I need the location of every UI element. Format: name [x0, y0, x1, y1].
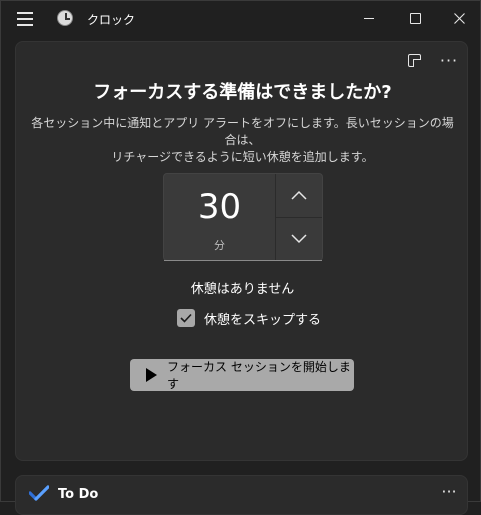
picker-underline	[164, 260, 322, 261]
breaks-status: 休憩はありません	[190, 282, 295, 297]
compact-overlay-button[interactable]	[400, 46, 428, 74]
description-line-2: リチャージできるように短い休憩を追加します。	[111, 150, 374, 164]
todo-title: To Do	[58, 487, 99, 502]
start-focus-session-button[interactable]: フォーカス セッションを開始します	[130, 359, 354, 391]
play-icon	[146, 368, 157, 382]
todo-card: To Do ···	[15, 475, 468, 515]
todo-check-icon	[29, 485, 49, 501]
decrease-duration-button[interactable]	[276, 218, 322, 260]
focus-heading: フォーカスする準備はできましたか?	[93, 82, 392, 103]
more-options-button[interactable]: ···	[435, 46, 463, 74]
minimize-icon	[364, 17, 374, 19]
start-button-label: フォーカス セッションを開始します	[167, 360, 351, 391]
compact-overlay-icon	[407, 53, 421, 67]
focus-description: 各セッション中に通知とアプリ アラートをオフにします。長いセッションの場合は、 …	[26, 115, 459, 166]
chevron-up-icon	[291, 190, 307, 200]
checkbox-box[interactable]	[177, 309, 195, 327]
duration-unit: 分	[214, 239, 225, 252]
close-icon	[453, 12, 465, 24]
increase-duration-button[interactable]	[276, 174, 322, 216]
more-icon: ···	[441, 481, 457, 501]
duration-picker: 30 分	[163, 173, 323, 261]
app-title: クロック	[87, 13, 136, 27]
minimize-button[interactable]	[346, 1, 392, 35]
hamburger-menu-icon[interactable]	[15, 12, 35, 26]
chevron-down-icon	[291, 234, 307, 244]
clock-app-window: クロック ··· フォーカスする準備はできましたか? 各セッション中に通知とアプ…	[0, 0, 481, 515]
close-button[interactable]	[436, 1, 481, 35]
focus-session-card: ··· フォーカスする準備はできましたか? 各セッション中に通知とアプリ アラー…	[15, 41, 468, 461]
skip-breaks-label: 休憩をスキップする	[204, 312, 322, 328]
more-icon: ···	[439, 50, 459, 70]
todo-more-options-button[interactable]: ···	[435, 481, 463, 501]
checkmark-icon	[180, 313, 192, 323]
description-line-1: 各セッション中に通知とアプリ アラートをオフにします。長いセッションの場合は、	[31, 116, 454, 147]
clock-app-icon	[57, 10, 73, 26]
duration-value[interactable]: 30	[164, 187, 275, 227]
maximize-button[interactable]	[392, 1, 438, 35]
skip-breaks-checkbox[interactable]: 休憩をスキップする	[177, 307, 321, 329]
title-bar: クロック	[1, 1, 481, 35]
maximize-icon	[409, 12, 421, 24]
